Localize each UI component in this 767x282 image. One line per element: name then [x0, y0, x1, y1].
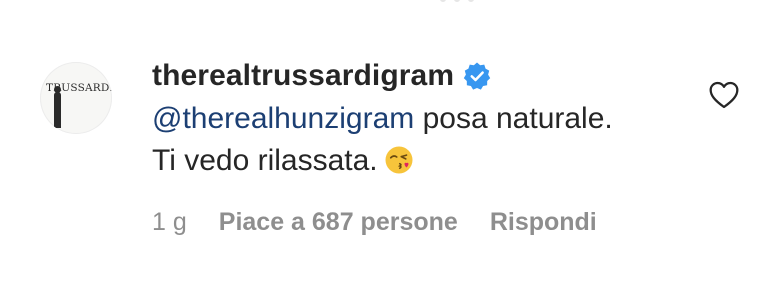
- comment: therealtrussardigram @therealhunzigram p…: [152, 56, 692, 182]
- comment-text: @therealhunzigram posa naturale. Ti vedo…: [152, 98, 692, 182]
- verified-badge-icon: [463, 62, 491, 90]
- mention-link[interactable]: @therealhunzigram: [152, 102, 414, 135]
- comment-time: 1 g: [152, 208, 187, 236]
- comment-panel: TRUSSARDI therealtrussardigram @therealh…: [0, 0, 767, 282]
- comment-text-line2: Ti vedo rilassata.: [152, 144, 378, 177]
- reply-button[interactable]: Rispondi: [490, 208, 597, 237]
- carousel-dots: [440, 0, 480, 4]
- comment-text-line1: posa naturale.: [414, 102, 613, 135]
- username-link[interactable]: therealtrussardigram: [152, 58, 454, 94]
- avatar[interactable]: TRUSSARDI: [40, 62, 112, 134]
- face-blowing-kiss-icon: [385, 146, 413, 174]
- avatar-figure: [54, 86, 61, 128]
- username-row: therealtrussardigram: [152, 56, 692, 96]
- like-heart-icon[interactable]: [708, 80, 740, 110]
- likes-count-link[interactable]: Piace a 687 persone: [219, 208, 458, 237]
- comment-meta: 1 g Piace a 687 persone Rispondi: [152, 208, 597, 237]
